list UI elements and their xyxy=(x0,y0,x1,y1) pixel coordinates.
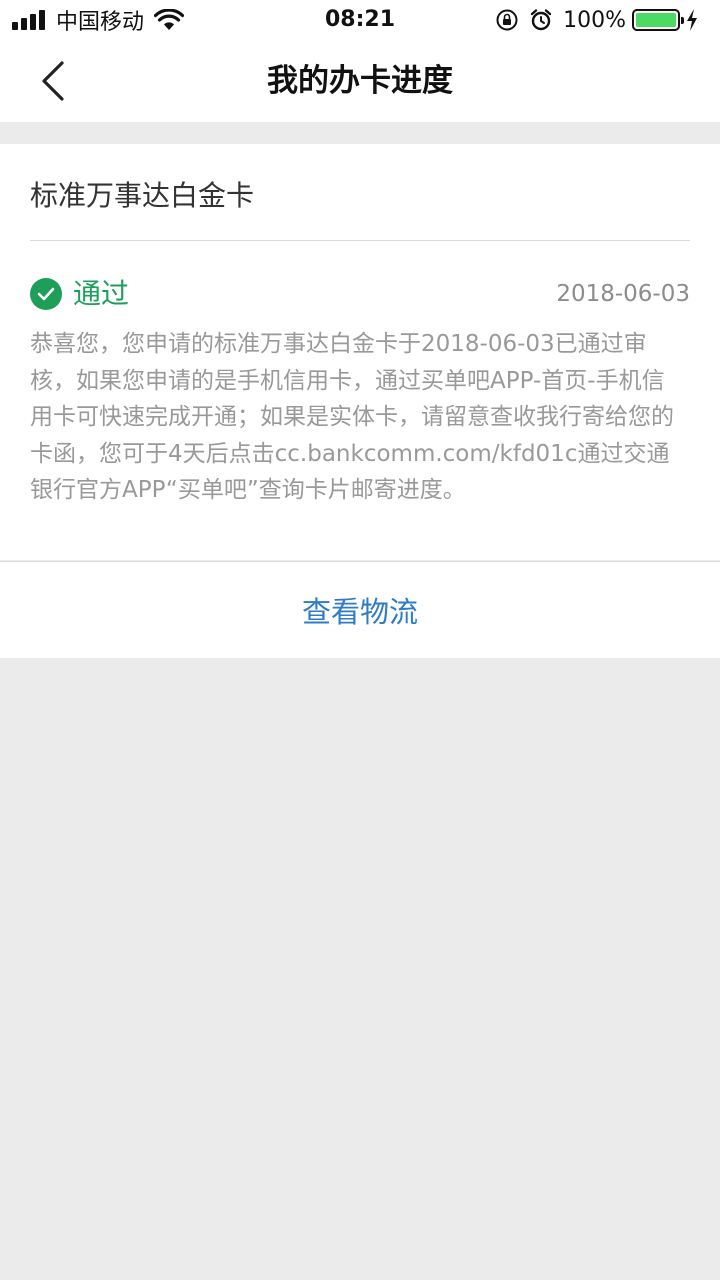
charging-bolt-icon xyxy=(687,9,697,31)
battery-percentage: 100% xyxy=(563,7,626,33)
check-circle-icon xyxy=(30,278,62,310)
view-logistics-button[interactable]: 查看物流 xyxy=(0,561,720,658)
page-title: 我的办卡进度 xyxy=(267,63,453,99)
status-label: 通过 xyxy=(73,277,130,310)
navigation-bar: 我的办卡进度 xyxy=(0,40,720,122)
view-logistics-label: 查看物流 xyxy=(301,595,418,629)
application-progress-card: 标准万事达白金卡 通过 2018-06-03 恭喜您，您申请的标准万事达白金卡于… xyxy=(0,144,720,560)
status-right: 100% xyxy=(495,0,708,40)
rotation-lock-icon xyxy=(496,9,518,31)
status-description: 恭喜您，您申请的标准万事达白金卡于2018-06-03已通过审核，如果您申请的是… xyxy=(30,331,674,503)
battery-icon xyxy=(632,9,684,31)
status-date: 2018-06-03 xyxy=(556,281,690,307)
alarm-icon xyxy=(530,9,552,31)
status-row: 通过 2018-06-03 xyxy=(30,274,690,314)
divider xyxy=(30,240,690,241)
card-product-name: 标准万事达白金卡 xyxy=(30,179,255,212)
status-bar: 中国移动 08:21 100% xyxy=(0,0,720,40)
